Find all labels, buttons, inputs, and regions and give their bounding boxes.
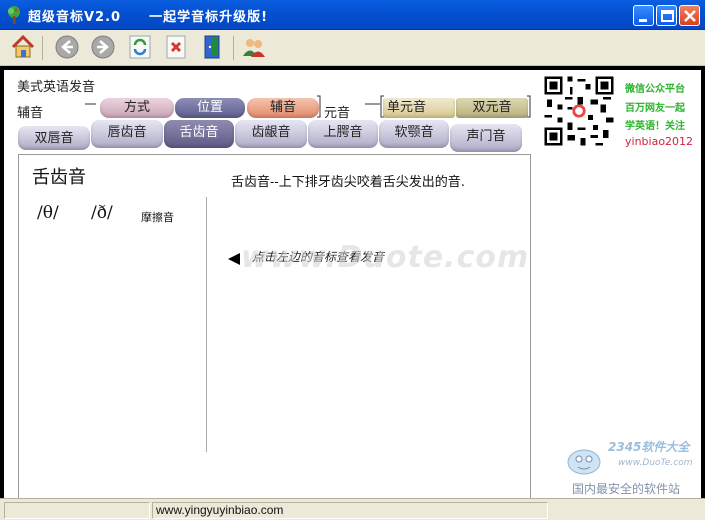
- toolbar: [0, 30, 705, 66]
- tab-dental[interactable]: 舌齿音: [164, 120, 234, 148]
- arrow-left-small-icon: [228, 253, 240, 265]
- exit-door-icon: [204, 35, 220, 59]
- refresh-button[interactable]: [127, 34, 153, 60]
- close-button[interactable]: [679, 5, 700, 26]
- bracket-close-icon: [527, 95, 531, 118]
- tab-labiodental[interactable]: 唇齿音: [91, 120, 163, 148]
- tab-glottal[interactable]: 声门音: [450, 124, 522, 152]
- tree-app-icon: [8, 6, 20, 24]
- arrow-right-icon: [91, 35, 115, 59]
- title-bar[interactable]: 超级音标V2.0 一起学音标升级版!: [0, 0, 705, 30]
- pill-monophthong[interactable]: 单元音: [383, 98, 455, 118]
- mascot-icon: [567, 449, 601, 475]
- promo-line-2: 百万网友一起: [625, 103, 685, 114]
- users-button[interactable]: [241, 34, 267, 60]
- maximize-icon: [661, 10, 674, 22]
- users-icon: [243, 39, 265, 57]
- maximize-button[interactable]: [656, 5, 677, 26]
- bracket-left-icon: [85, 103, 96, 105]
- vowel-label: 元音: [324, 106, 351, 121]
- home-button[interactable]: [10, 34, 36, 60]
- section-title: 美式英语发音: [17, 80, 96, 95]
- promo-account: yinbiao2012: [625, 135, 694, 148]
- content-panel: 舌齿音 舌齿音--上下排牙齿尖咬着舌尖发出的音. /θ/ /ð/ 摩擦音 点击左…: [18, 154, 531, 502]
- watermark: www.Duote.com: [241, 240, 530, 275]
- status-cell-left: [4, 502, 150, 519]
- status-url: www.yingyuyinbiao.com: [156, 503, 284, 517]
- home-icon: [11, 34, 35, 58]
- consonant-label: 辅音: [17, 106, 44, 121]
- close-icon: [684, 10, 696, 22]
- pill-consonant[interactable]: 辅音: [247, 98, 319, 118]
- corner-logo-url: www.DuoTe.com: [618, 458, 693, 468]
- bracket-right-icon: [317, 95, 321, 118]
- panel-heading: 舌齿音: [32, 167, 86, 188]
- pill-diphthong[interactable]: 双元音: [456, 98, 528, 118]
- panel-description: 舌齿音--上下排牙齿尖咬着舌尖发出的音.: [231, 175, 465, 190]
- refresh-icon: [129, 35, 151, 59]
- tab-alveolar[interactable]: 齿龈音: [235, 120, 307, 148]
- tab-bilabial[interactable]: 双唇音: [18, 126, 90, 150]
- qr-code-image: [542, 74, 616, 148]
- back-button[interactable]: [54, 34, 80, 60]
- symbol-theta[interactable]: /θ/: [37, 203, 59, 223]
- tab-palatal[interactable]: 上腭音: [308, 120, 378, 148]
- symbol-eth[interactable]: /ð/: [91, 203, 113, 223]
- promo-line-3: 学英语！关注: [625, 121, 685, 132]
- status-bar: www.yingyuyinbiao.com: [0, 498, 705, 520]
- tab-velar[interactable]: 软颚音: [379, 120, 449, 148]
- minimize-button[interactable]: [633, 5, 654, 26]
- panel-divider: [206, 197, 207, 452]
- pill-position[interactable]: 位置: [175, 98, 245, 118]
- symbol-type-label: 摩擦音: [141, 211, 174, 224]
- minimize-icon: [639, 19, 647, 22]
- arrow-left-icon: [55, 35, 79, 59]
- stop-button[interactable]: [163, 34, 189, 60]
- corner-logo-title: 2345软件大全: [608, 440, 690, 454]
- corner-logo-slogan: 国内最安全的软件站: [572, 482, 681, 496]
- exit-button[interactable]: [199, 34, 225, 60]
- promo-line-1: 微信公众平台: [625, 84, 685, 95]
- forward-button[interactable]: [90, 34, 116, 60]
- stop-icon: [166, 35, 186, 59]
- corner-logo: 2345软件大全 www.DuoTe.com 国内最安全的软件站: [560, 430, 705, 498]
- pill-manner[interactable]: 方式: [100, 98, 174, 118]
- window-title: 超级音标V2.0 一起学音标升级版!: [28, 10, 269, 25]
